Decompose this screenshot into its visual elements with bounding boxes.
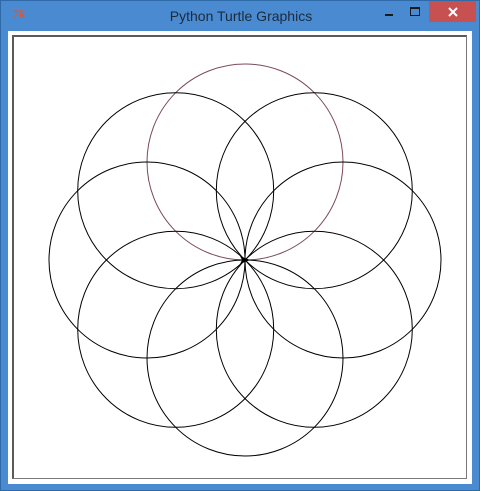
maximize-button[interactable]: [402, 1, 428, 22]
turtle-window: 7k Python Turtle Graphics: [0, 0, 480, 491]
close-icon: [447, 6, 458, 17]
minimize-button[interactable]: [376, 1, 402, 22]
turtle-canvas[interactable]: [12, 35, 467, 479]
close-button[interactable]: [429, 1, 476, 22]
minimize-icon: [385, 13, 393, 16]
turtle-drawing: [48, 63, 442, 457]
tk-feather-icon[interactable]: 7k: [10, 8, 28, 24]
maximize-icon: [410, 7, 420, 16]
rosette-circle: [146, 63, 344, 261]
rosette-circle: [146, 259, 344, 457]
window-title: Python Turtle Graphics: [169, 8, 313, 24]
rosette-circle: [48, 161, 246, 359]
title-bar[interactable]: 7k Python Turtle Graphics: [1, 1, 479, 31]
client-area: [8, 31, 472, 484]
rosette-circle: [244, 161, 442, 359]
